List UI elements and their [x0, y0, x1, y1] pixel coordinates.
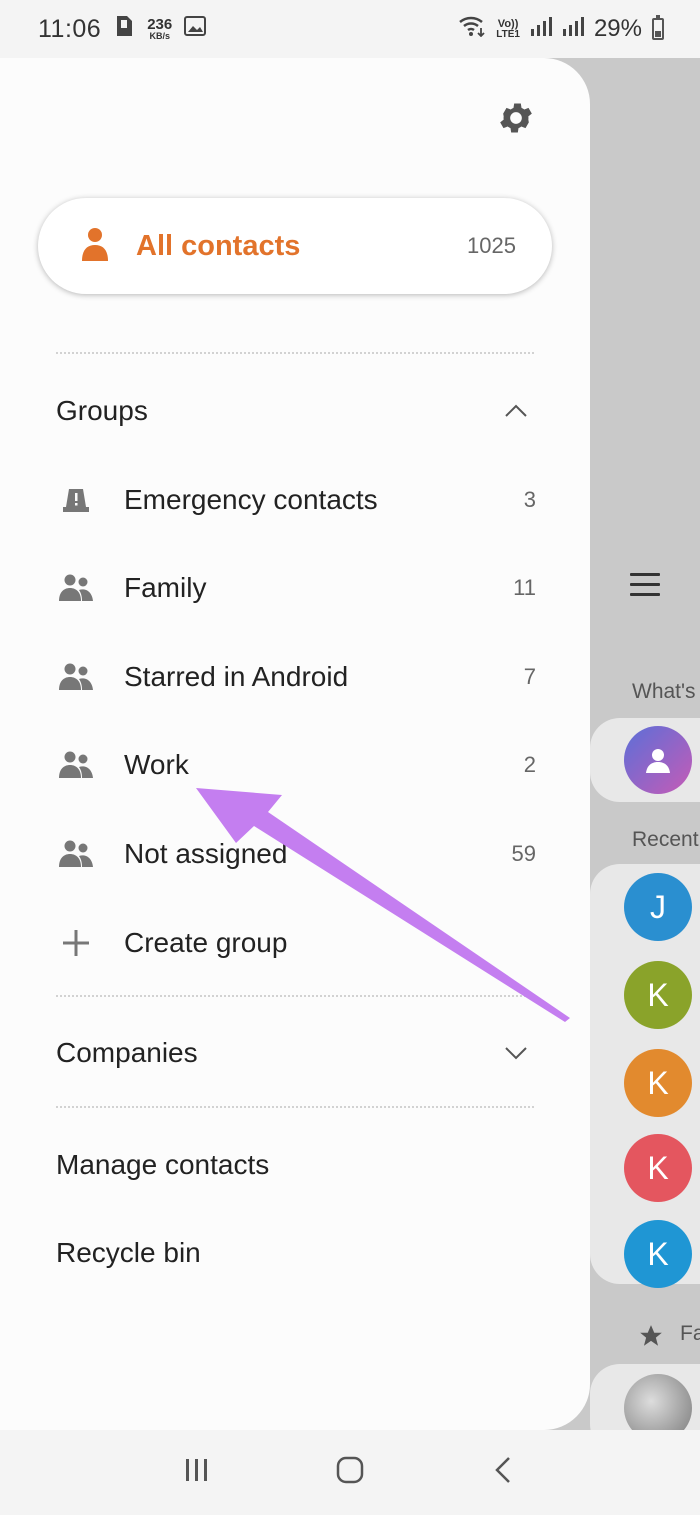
favorites-label: Fa [680, 1322, 700, 1345]
group-icon [56, 568, 96, 608]
signal-icon [530, 15, 552, 44]
group-item-count: 3 [523, 487, 536, 512]
create-group-button[interactable]: Create group [56, 913, 536, 973]
wifi-icon [458, 15, 486, 44]
contacts-list-background: What's Recent J K K K K Fa [590, 58, 700, 1430]
all-contacts-count: 1025 [467, 233, 516, 258]
companies-header[interactable]: Companies [56, 1033, 536, 1073]
group-item-count: 11 [513, 575, 536, 600]
groups-title: Groups [56, 395, 148, 426]
plus-icon [56, 923, 96, 963]
recycle-bin-link[interactable]: Recycle bin [56, 1237, 201, 1269]
back-button[interactable] [478, 1448, 528, 1498]
system-nav-bar [0, 1430, 700, 1515]
group-item-emergency-contacts[interactable]: Emergency contacts 3 [56, 470, 536, 530]
group-item-label: Family [124, 572, 207, 603]
volte-indicator: Vo)) LTE1 [496, 17, 520, 40]
group-item-work[interactable]: Work 2 [56, 735, 536, 795]
person-icon [82, 227, 108, 266]
groups-header[interactable]: Groups [56, 391, 536, 431]
emergency-icon [56, 480, 96, 520]
signal-icon-2 [562, 15, 584, 44]
create-group-label: Create group [124, 927, 288, 958]
group-item-label: Starred in Android [124, 661, 349, 692]
hamburger-menu-icon[interactable] [630, 573, 660, 596]
group-item-starred-in-android[interactable]: Starred in Android 7 [56, 647, 536, 707]
sim-icon [113, 14, 135, 45]
home-icon [335, 1455, 365, 1490]
recent-avatar[interactable]: J [624, 873, 692, 941]
recent-apps-button[interactable] [172, 1448, 222, 1498]
manage-contacts-link[interactable]: Manage contacts [56, 1149, 269, 1181]
companies-title: Companies [56, 1037, 198, 1068]
divider [56, 995, 534, 997]
chevron-up-icon[interactable] [496, 391, 536, 431]
divider [56, 1106, 534, 1108]
recent-apps-icon [184, 1457, 210, 1488]
recent-avatar[interactable]: K [624, 1049, 692, 1117]
group-item-not-assigned[interactable]: Not assigned 59 [56, 824, 536, 884]
group-icon [56, 834, 96, 874]
group-item-label: Emergency contacts [124, 484, 378, 515]
status-time: 11:06 [38, 14, 102, 43]
back-icon [493, 1456, 513, 1489]
group-item-count: 59 [511, 841, 536, 866]
all-contacts-label: All contacts [136, 229, 301, 262]
recent-avatar[interactable]: K [624, 1220, 692, 1288]
image-icon [184, 15, 207, 43]
recent-avatar[interactable]: K [624, 961, 692, 1029]
whats-new-label: What's [632, 680, 696, 703]
group-item-family[interactable]: Family 11 [56, 558, 536, 618]
gear-icon [496, 103, 536, 142]
chevron-down-icon[interactable] [496, 1033, 536, 1073]
recent-label: Recent [632, 828, 699, 851]
battery-percent: 29% [593, 15, 642, 42]
group-item-label: Not assigned [124, 838, 288, 869]
battery-icon [652, 15, 664, 40]
net-speed: 236 KB/s [147, 15, 173, 41]
home-button[interactable] [325, 1448, 375, 1498]
group-item-label: Work [124, 749, 189, 780]
group-item-count: 7 [523, 664, 536, 689]
all-contacts-button[interactable]: All contacts 1025 [38, 198, 552, 294]
settings-button[interactable] [496, 98, 536, 138]
star-icon [638, 1323, 664, 1354]
recent-avatar[interactable]: K [624, 1134, 692, 1202]
group-icon [56, 657, 96, 697]
status-bar: 11:06 236 KB/s Vo)) LTE1 29% [0, 0, 700, 58]
group-icon [56, 745, 96, 785]
group-item-count: 2 [523, 752, 536, 777]
navigation-drawer: All contacts 1025 Groups Emergency conta… [0, 58, 590, 1430]
profile-card[interactable] [590, 718, 700, 802]
profile-avatar [624, 726, 692, 794]
divider [56, 352, 534, 354]
